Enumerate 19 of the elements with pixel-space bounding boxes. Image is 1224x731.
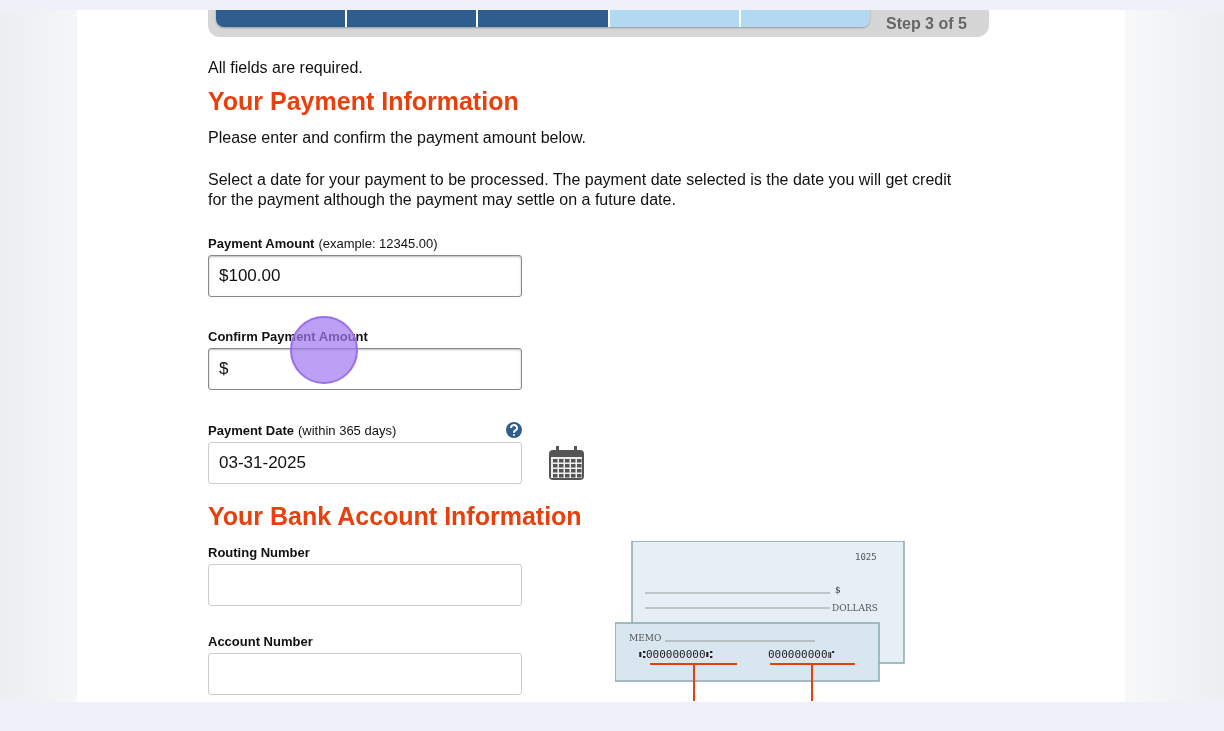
required-note: All fields are required. — [208, 59, 364, 77]
field-hint: (example: 12345.00) — [318, 236, 438, 251]
calendar-icon[interactable] — [548, 445, 585, 481]
input-field[interactable]: 03-31-2025 — [208, 442, 522, 484]
section-heading: Your Payment Information — [208, 87, 520, 116]
step-counter: Step 3 of 5 — [886, 15, 967, 33]
input-field[interactable]: $100.00 — [208, 255, 522, 297]
intro-text: Please enter and confirm the payment amount below. — [208, 128, 587, 148]
field-label: Payment Date — [208, 422, 294, 438]
input-field[interactable] — [208, 564, 522, 606]
field-label: Payment Amount — [208, 236, 315, 251]
section-heading: Your Bank Account Information — [208, 502, 583, 531]
check-drawing: 1025 $ DOLLARS MEMO ⑆000000000⑆ 000000000⑈ — [615, 541, 905, 701]
details-text: Select a date for your payment to be processed. The payment date selected is the date you will get credit for the payment although the payment may settle on a future date. — [208, 170, 953, 210]
field-hint: (within 365 days) — [298, 422, 397, 438]
help-icon[interactable] — [506, 422, 522, 438]
input-field[interactable] — [208, 653, 522, 695]
field-label: Routing Number — [208, 545, 310, 560]
field-label: Account Number — [208, 634, 313, 649]
